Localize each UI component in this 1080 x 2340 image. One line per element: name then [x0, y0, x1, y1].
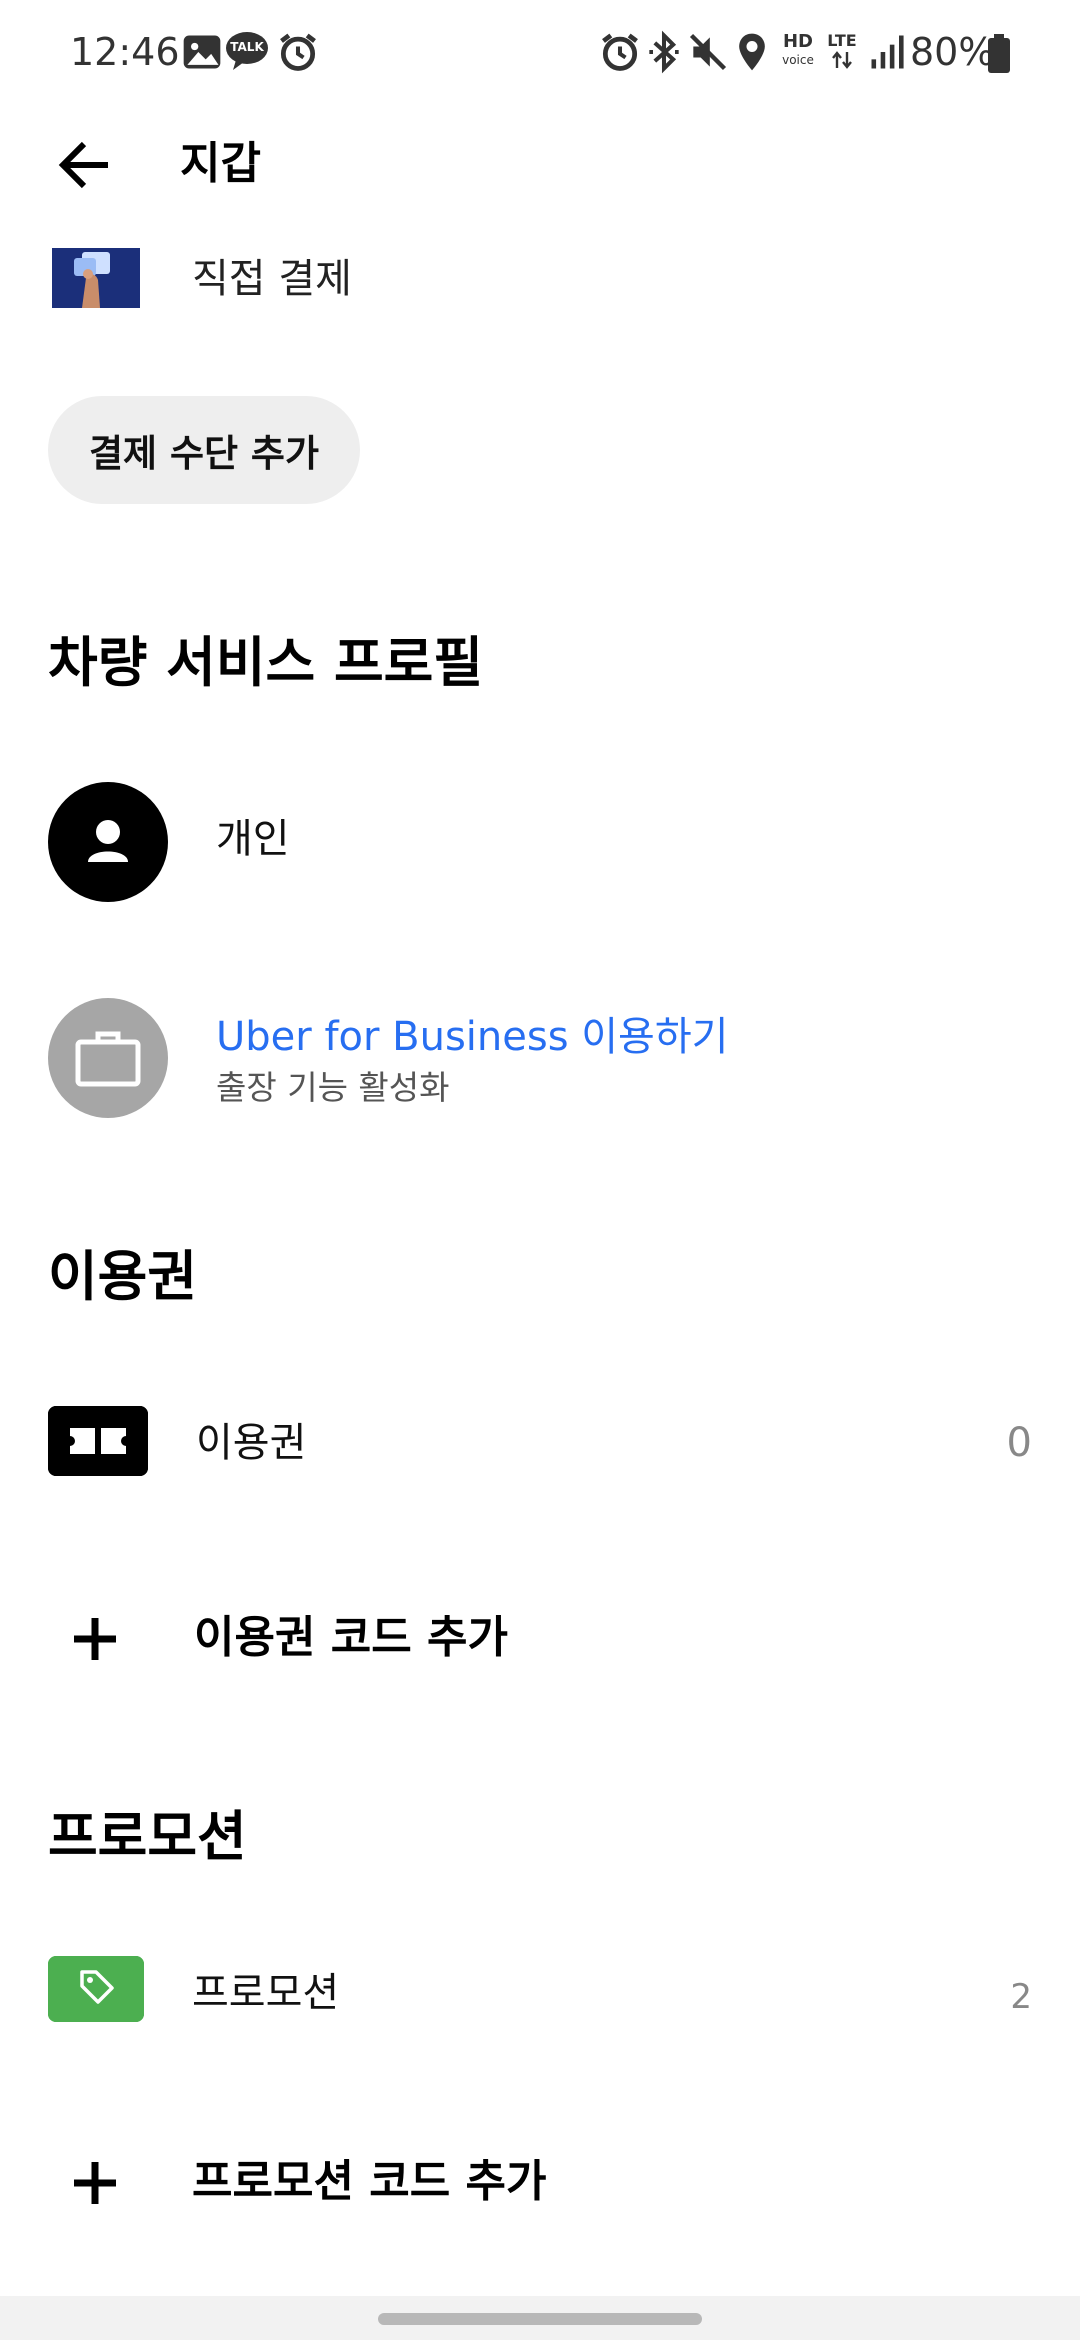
- page-title: 지갑: [180, 138, 261, 189]
- voucher-count: 0: [1006, 1420, 1032, 1466]
- status-bar: 12:46 TALK HD voice LTE 80%: [0, 0, 1080, 105]
- plus-icon: [74, 1618, 116, 1660]
- promotion-row[interactable]: 프로모션 2: [0, 1930, 1080, 2050]
- talk-icon: TALK: [224, 30, 270, 72]
- business-subtitle: 출장 기능 활성화: [216, 1068, 450, 1107]
- payment-method-row[interactable]: 직접 결제: [0, 230, 1080, 326]
- tag-icon: [48, 1956, 144, 2022]
- add-payment-method-button[interactable]: 결제 수단 추가: [48, 396, 360, 504]
- bluetooth-icon: [649, 30, 679, 74]
- promotion-count: 2: [1010, 1977, 1032, 2017]
- add-voucher-code-row[interactable]: 이용권 코드 추가: [0, 1578, 1080, 1698]
- business-link[interactable]: Uber for Business 이용하기: [216, 1010, 728, 1064]
- image-icon: [183, 35, 221, 69]
- talk-label: TALK: [230, 40, 264, 54]
- ticket-icon: [48, 1406, 148, 1476]
- home-handle[interactable]: [378, 2313, 702, 2325]
- signal-icon: [871, 35, 904, 69]
- add-voucher-code-label: 이용권 코드 추가: [194, 1612, 508, 1663]
- alarm-icon: [602, 33, 638, 71]
- person-icon: [88, 820, 128, 862]
- payment-method-label: 직접 결제: [192, 256, 352, 302]
- voucher-row[interactable]: 이용권 0: [0, 1380, 1080, 1500]
- plus-icon: [74, 2162, 116, 2204]
- promotion-label: 프로모션: [192, 1970, 340, 2016]
- profile-personal-label: 개인: [216, 816, 290, 862]
- add-promotion-code-label: 프로모션 코드 추가: [192, 2156, 547, 2207]
- vehicle-profile-section-title: 차량 서비스 프로필: [48, 631, 484, 694]
- vouchers-section-title: 이용권: [48, 1245, 198, 1308]
- mute-icon: [689, 33, 727, 71]
- promotions-section-title: 프로모션: [48, 1805, 247, 1868]
- briefcase-icon: [75, 1031, 141, 1087]
- hd-label: HD: [782, 31, 813, 52]
- voucher-label: 이용권: [196, 1420, 307, 1466]
- alarm-icon: [280, 33, 316, 71]
- battery-percent: 80%: [910, 30, 995, 74]
- add-promotion-code-row[interactable]: 프로모션 코드 추가: [0, 2124, 1080, 2244]
- location-icon: [739, 33, 765, 71]
- hd-voice-icon: HD voice: [776, 32, 820, 72]
- avatar: [48, 782, 168, 902]
- battery-icon: [988, 34, 1010, 73]
- status-time: 12:46: [70, 30, 180, 74]
- voice-label: voice: [782, 53, 814, 67]
- lte-label: LTE: [827, 31, 857, 50]
- business-avatar: [48, 998, 168, 1118]
- profile-personal-row[interactable]: 개인: [0, 770, 1080, 920]
- card-thumbnail: [52, 248, 140, 308]
- profile-business-row[interactable]: Uber for Business 이용하기 출장 기능 활성화: [0, 986, 1080, 1136]
- lte-icon: LTE: [822, 32, 862, 72]
- arrow-left-icon[interactable]: [50, 130, 120, 200]
